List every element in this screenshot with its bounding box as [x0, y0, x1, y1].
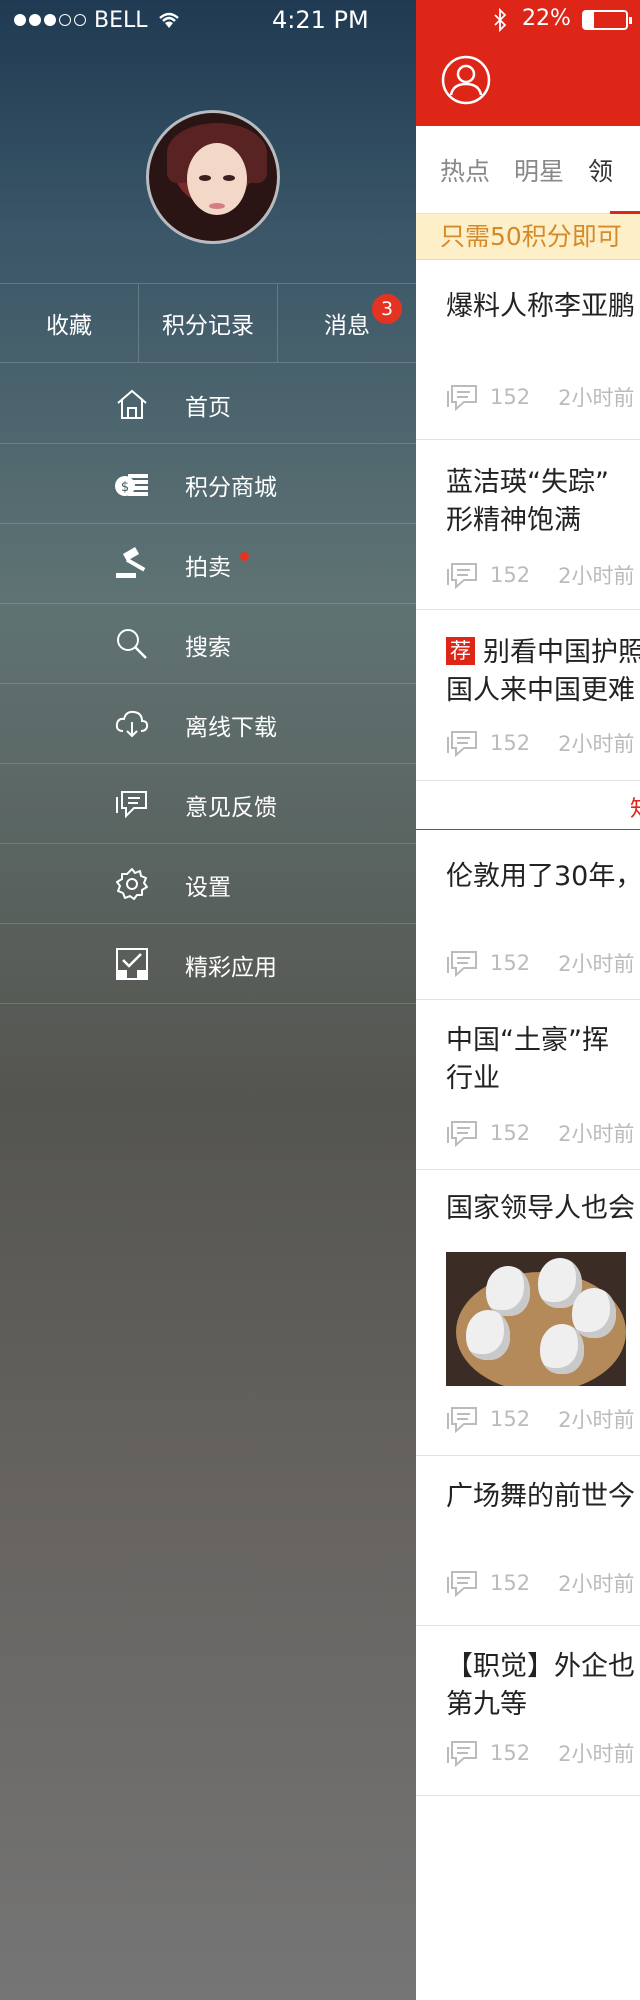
feedback-icon	[116, 791, 147, 819]
comment-count: 152	[490, 951, 531, 975]
menu-item-settings[interactable]: 设置	[0, 844, 416, 924]
news-item[interactable]: 荐别看中国护照 国人来中国更难 152 2小时前	[416, 610, 640, 780]
news-meta: 152 2小时前	[446, 1568, 634, 1598]
comment-count: 152	[490, 1407, 531, 1431]
active-tab-indicator	[610, 211, 640, 214]
comment-count: 152	[490, 1741, 531, 1765]
gavel-icon	[116, 547, 146, 578]
status-time: 4:21 PM	[272, 6, 369, 34]
news-item[interactable]: 广场舞的前世今 152 2小时前	[416, 1456, 640, 1626]
comment-icon	[447, 563, 477, 589]
battery-percent: 22%	[522, 6, 571, 31]
category-tabs: 热点 明星 领	[416, 126, 640, 214]
news-meta: 152 2小时前	[446, 1738, 634, 1768]
comment-count: 152	[490, 563, 531, 587]
news-time: 2小时前	[558, 1742, 635, 1766]
menu-item-home[interactable]: 首页	[0, 364, 416, 444]
news-thumbnail	[446, 1252, 626, 1386]
promo-banner[interactable]: 只需50积分即可	[416, 214, 640, 260]
menu-item-featured-apps[interactable]: 精彩应用	[0, 924, 416, 1004]
comment-icon	[447, 1121, 477, 1147]
cloud-download-icon	[115, 710, 149, 738]
user-profile-icon[interactable]	[441, 55, 491, 105]
news-meta: 152 2小时前	[446, 1118, 634, 1148]
comment-count: 152	[490, 731, 531, 755]
tab-celebrity[interactable]: 明星	[514, 152, 564, 188]
comment-icon	[447, 1741, 477, 1767]
side-drawer: BELL 4:21 PM 收藏 积分记录 消息 3 首页 $ 积分商城 拍卖 搜…	[0, 0, 416, 2000]
tab-active[interactable]: 领	[588, 152, 613, 188]
quick-actions: 收藏 积分记录 消息 3	[0, 283, 416, 363]
status-bar-right: 22%	[416, 0, 640, 40]
avatar[interactable]	[146, 110, 280, 244]
news-time: 2小时前	[558, 564, 635, 588]
news-item[interactable]: 爆料人称李亚鹏 152 2小时前	[416, 260, 640, 440]
menu-item-auction[interactable]: 拍卖	[0, 524, 416, 604]
menu-item-search[interactable]: 搜索	[0, 604, 416, 684]
news-meta: 152 2小时前	[446, 948, 634, 978]
news-time: 2小时前	[558, 386, 635, 410]
recommend-tag: 荐	[446, 637, 475, 665]
apps-icon	[116, 948, 148, 980]
status-bar: BELL 4:21 PM	[0, 0, 416, 40]
menu-item-points-mall[interactable]: $ 积分商城	[0, 444, 416, 524]
tab-hot[interactable]: 热点	[440, 152, 490, 188]
comment-icon	[447, 731, 477, 757]
new-dot-indicator	[240, 552, 249, 561]
gear-icon	[116, 868, 148, 900]
news-time: 2小时前	[558, 732, 635, 756]
news-item[interactable]: 【职觉】外企也 第九等 152 2小时前	[416, 1626, 640, 1796]
search-icon	[117, 629, 147, 659]
drawer-menu: 首页 $ 积分商城 拍卖 搜索 离线下载 意见反馈 设置 精彩应用	[0, 364, 416, 1004]
news-time: 2小时前	[558, 1572, 635, 1596]
news-meta: 152 2小时前	[446, 728, 634, 758]
bluetooth-icon	[494, 8, 507, 32]
main-content: 22% 热点 明星 领 只需50积分即可 爆料人称李亚鹏 152 2小时前 蓝洁…	[416, 0, 640, 2000]
menu-item-offline-download[interactable]: 离线下载	[0, 684, 416, 764]
comment-count: 152	[490, 1121, 531, 1145]
messages-button[interactable]: 消息 3	[277, 284, 416, 362]
carrier-name: BELL	[94, 7, 148, 33]
news-meta: 152 2小时前	[446, 382, 634, 412]
menu-item-feedback[interactable]: 意见反馈	[0, 764, 416, 844]
news-meta: 152 2小时前	[446, 1404, 634, 1434]
points-history-button[interactable]: 积分记录	[138, 284, 277, 362]
message-count-badge: 3	[372, 294, 402, 324]
favorites-button[interactable]: 收藏	[0, 284, 138, 362]
comment-icon	[447, 385, 477, 411]
app-header	[416, 40, 640, 126]
news-item[interactable]: 国家领导人也会 152 2小时前	[416, 1170, 640, 1456]
comment-icon	[447, 951, 477, 977]
comment-count: 152	[490, 385, 531, 409]
news-time: 2小时前	[558, 952, 635, 976]
battery-icon	[582, 10, 632, 30]
home-icon	[117, 389, 147, 419]
wifi-icon	[158, 12, 179, 28]
signal-strength-icon	[14, 14, 86, 26]
news-item[interactable]: 伦敦用了30年， 152 2小时前	[416, 830, 640, 1000]
section-divider: 知	[416, 780, 640, 830]
news-time: 2小时前	[558, 1122, 635, 1146]
comment-icon	[447, 1407, 477, 1433]
coins-icon: $	[115, 474, 148, 496]
news-meta: 152 2小时前	[446, 560, 634, 590]
comment-icon	[447, 1571, 477, 1597]
comment-count: 152	[490, 1571, 531, 1595]
news-item[interactable]: 中国“土豪”挥 行业 152 2小时前	[416, 1000, 640, 1170]
news-time: 2小时前	[558, 1408, 635, 1432]
svg-text:$: $	[121, 480, 129, 495]
news-item[interactable]: 蓝洁瑛“失踪” 形精神饱满 152 2小时前	[416, 440, 640, 610]
